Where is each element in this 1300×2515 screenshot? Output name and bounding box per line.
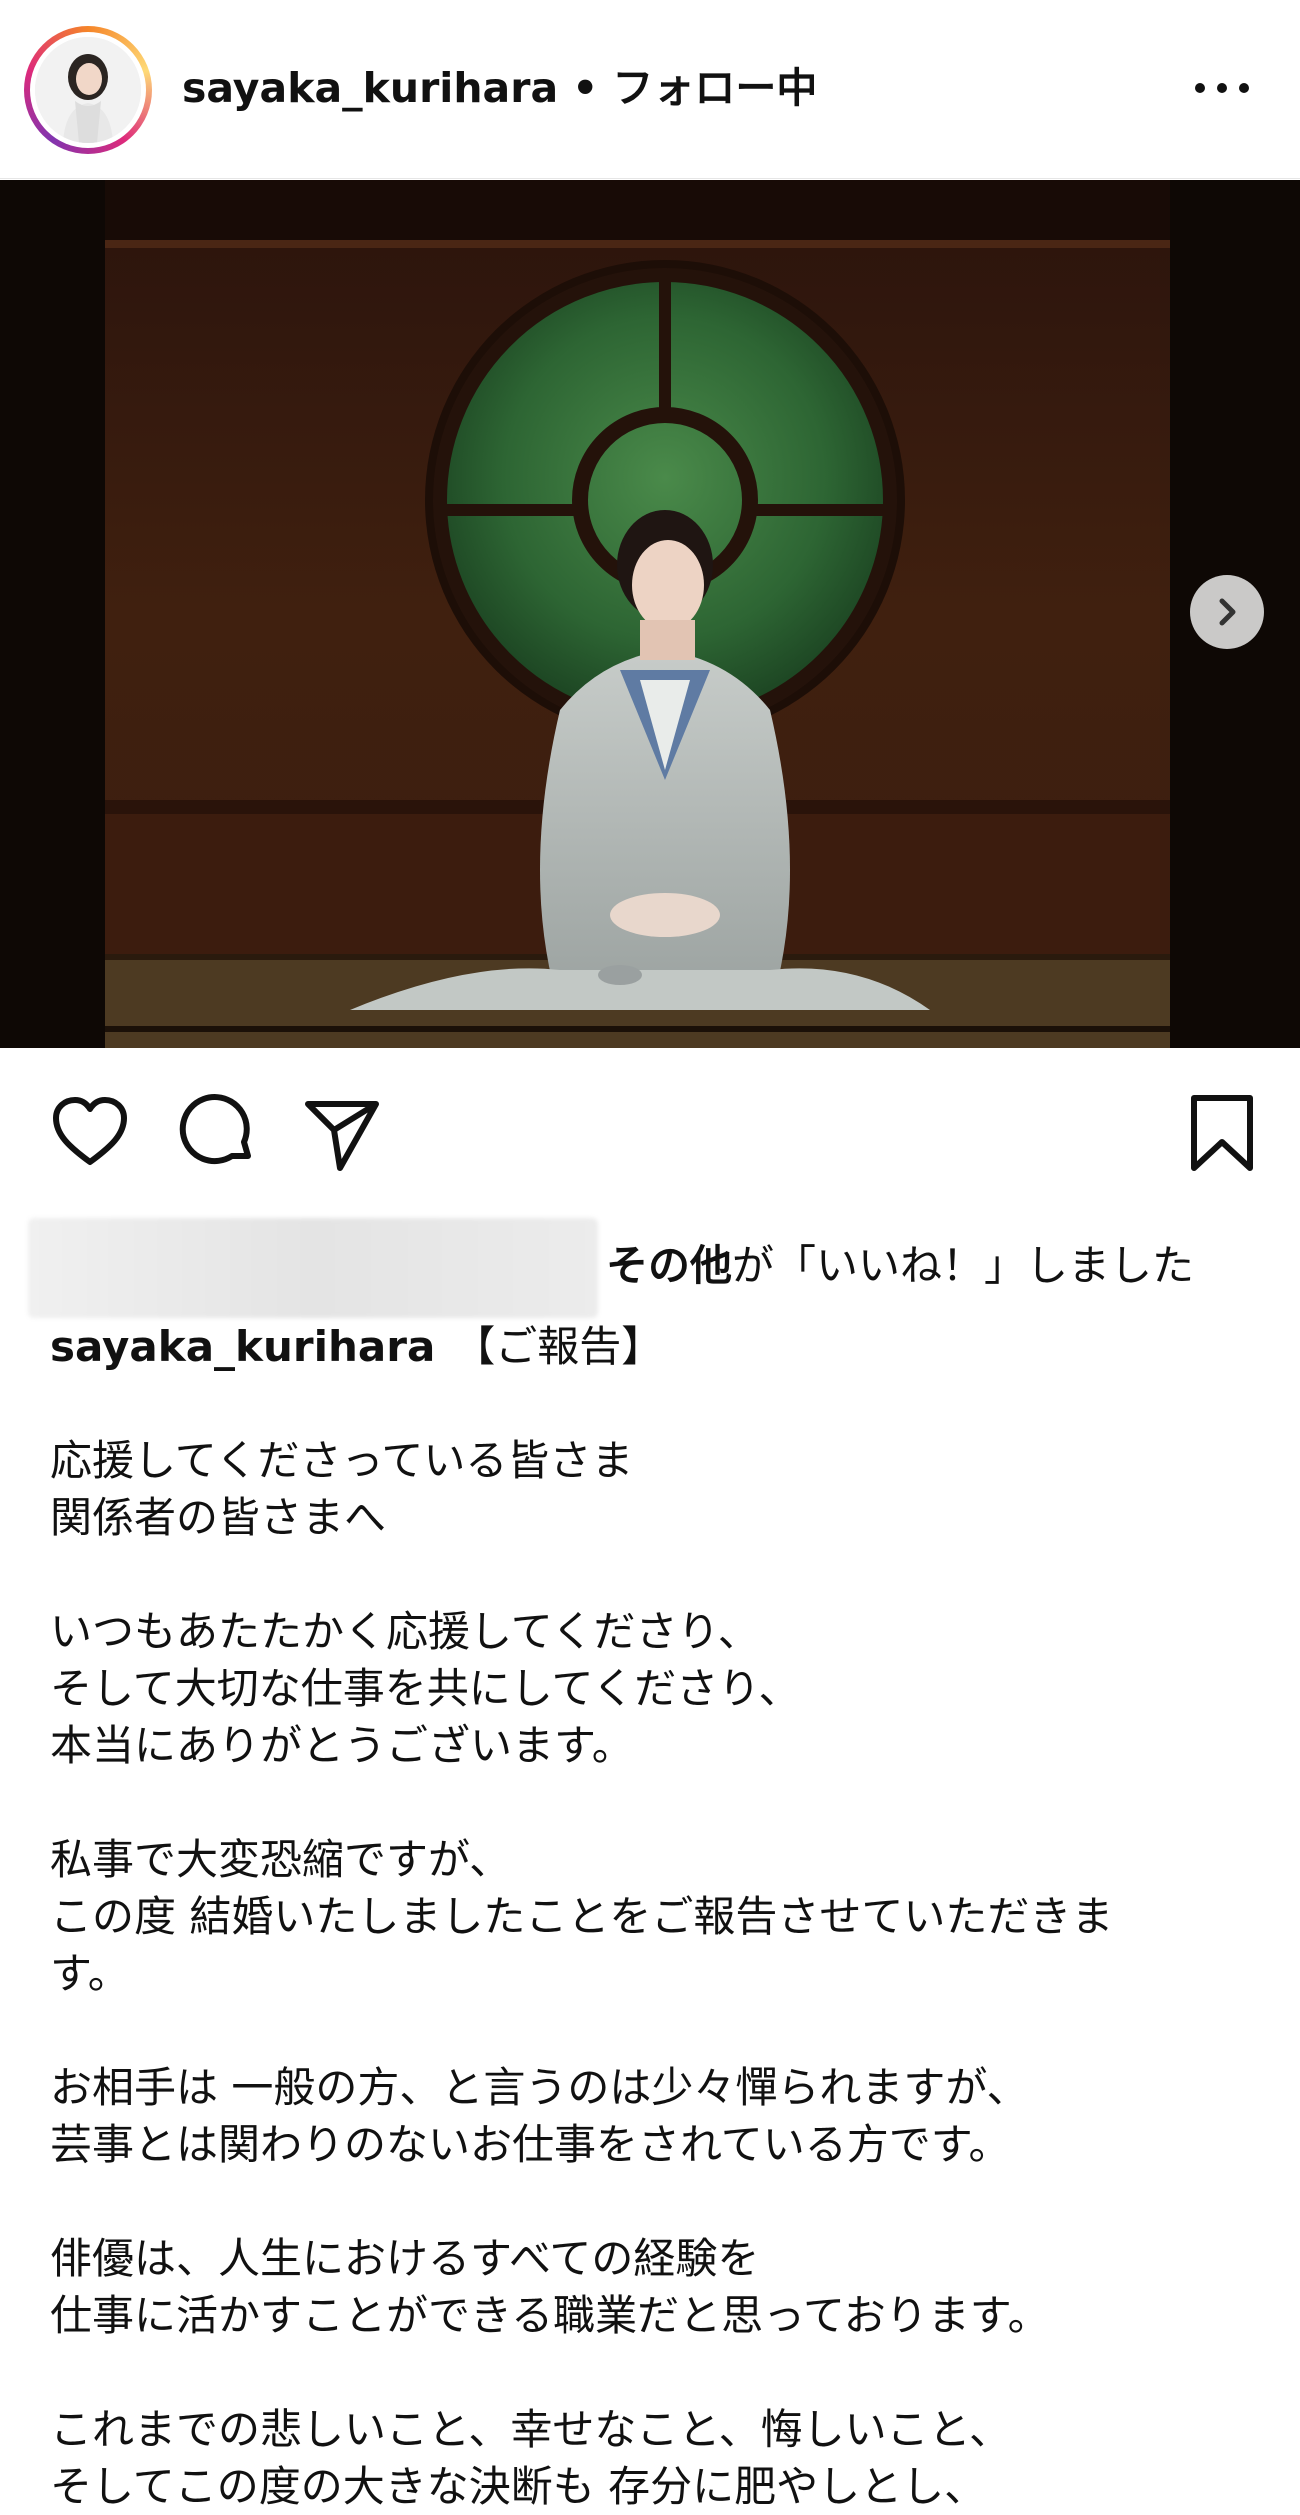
caption-line: そしてこの度の大きな決断も 存分に肥やしとし、 [50, 2462, 987, 2511]
wedding-photo [0, 180, 1300, 1048]
post-caption: sayaka_kurihara 【ご報告】 応援してくださっている皆さま 関係者の… [50, 1318, 1250, 2515]
caption-line: 本当にありがとうございます。 [50, 1721, 634, 1770]
caption-title: 【ご報告】 [453, 1322, 664, 1371]
caption-line: これまでの悲しいこと、幸せなこと、悔しいこと、 [50, 2405, 1011, 2454]
username-link[interactable]: sayaka_kurihara [182, 64, 558, 112]
caption-line: 芸事とは関わりのないお仕事をされている方です。 [50, 2120, 1011, 2169]
caption-line: お相手は 一般の方、と言うのは少々憚られますが、 [50, 2063, 1029, 2112]
caption-paragraph: これまでの悲しいこと、幸せなこと、悔しいこと、 そしてこの度の大きな決断も 存分… [50, 2401, 1250, 2515]
post-header: sayaka_kurihara • フォロー中 [0, 0, 1300, 179]
like-heart-icon[interactable] [48, 1090, 132, 1174]
caption-paragraph: いつもあたたかく応援してくださり、 そして大切な仕事を共にしてくださり、 本当に… [50, 1603, 1250, 1774]
caption-username[interactable]: sayaka_kurihara [50, 1322, 435, 1371]
avatar-story-ring[interactable] [24, 26, 152, 154]
bookmark-icon[interactable] [1180, 1090, 1264, 1174]
caption-line: 関係者の皆さまへ [50, 1493, 387, 1542]
caption-line: す。 [50, 1949, 130, 1998]
liked-by-redacted [28, 1218, 598, 1318]
action-bar [0, 1090, 1300, 1190]
chevron-right-icon [1219, 598, 1236, 626]
carousel-next-button[interactable] [1190, 575, 1264, 649]
comment-bubble-icon[interactable] [174, 1090, 258, 1174]
likes-summary: その他が「いいね！」しました [0, 1218, 1300, 1318]
caption-paragraph: 応援してくださっている皆さま 関係者の皆さまへ [50, 1432, 1250, 1546]
caption-line: 俳優は、人生におけるすべての経験を [50, 2234, 760, 2283]
more-options-icon[interactable] [1192, 70, 1252, 106]
caption-paragraph: 俳優は、人生におけるすべての経験を 仕事に活かすことができる職業だと思っておりま… [50, 2230, 1250, 2344]
likes-suffix: が「いいね！」しました [732, 1241, 1195, 1290]
caption-line: この度 結婚いたしましたことをご報告させていただきま [50, 1892, 1114, 1941]
post-image[interactable] [0, 180, 1300, 1048]
caption-paragraph: 私事で大変恐縮ですが、 この度 結婚いたしましたことをご報告させていただきま す… [50, 1831, 1250, 2002]
avatar[interactable] [35, 37, 141, 143]
caption-paragraph: お相手は 一般の方、と言うのは少々憚られますが、 芸事とは関わりのないお仕事をさ… [50, 2059, 1250, 2173]
caption-line: そして大切な仕事を共にしてくださり、 [50, 1664, 801, 1713]
caption-line: 私事で大変恐縮ですが、 [50, 1835, 512, 1884]
caption-line: いつもあたたかく応援してくださり、 [50, 1607, 760, 1656]
share-send-icon[interactable] [300, 1090, 384, 1174]
follow-status[interactable]: フォロー中 [612, 64, 817, 112]
likes-others-link[interactable]: その他 [606, 1241, 732, 1290]
caption-line: 仕事に活かすことができる職業だと思っております。 [50, 2291, 1050, 2340]
caption-line: 応援してくださっている皆さま [50, 1436, 634, 1485]
separator-dot: • [572, 64, 599, 112]
